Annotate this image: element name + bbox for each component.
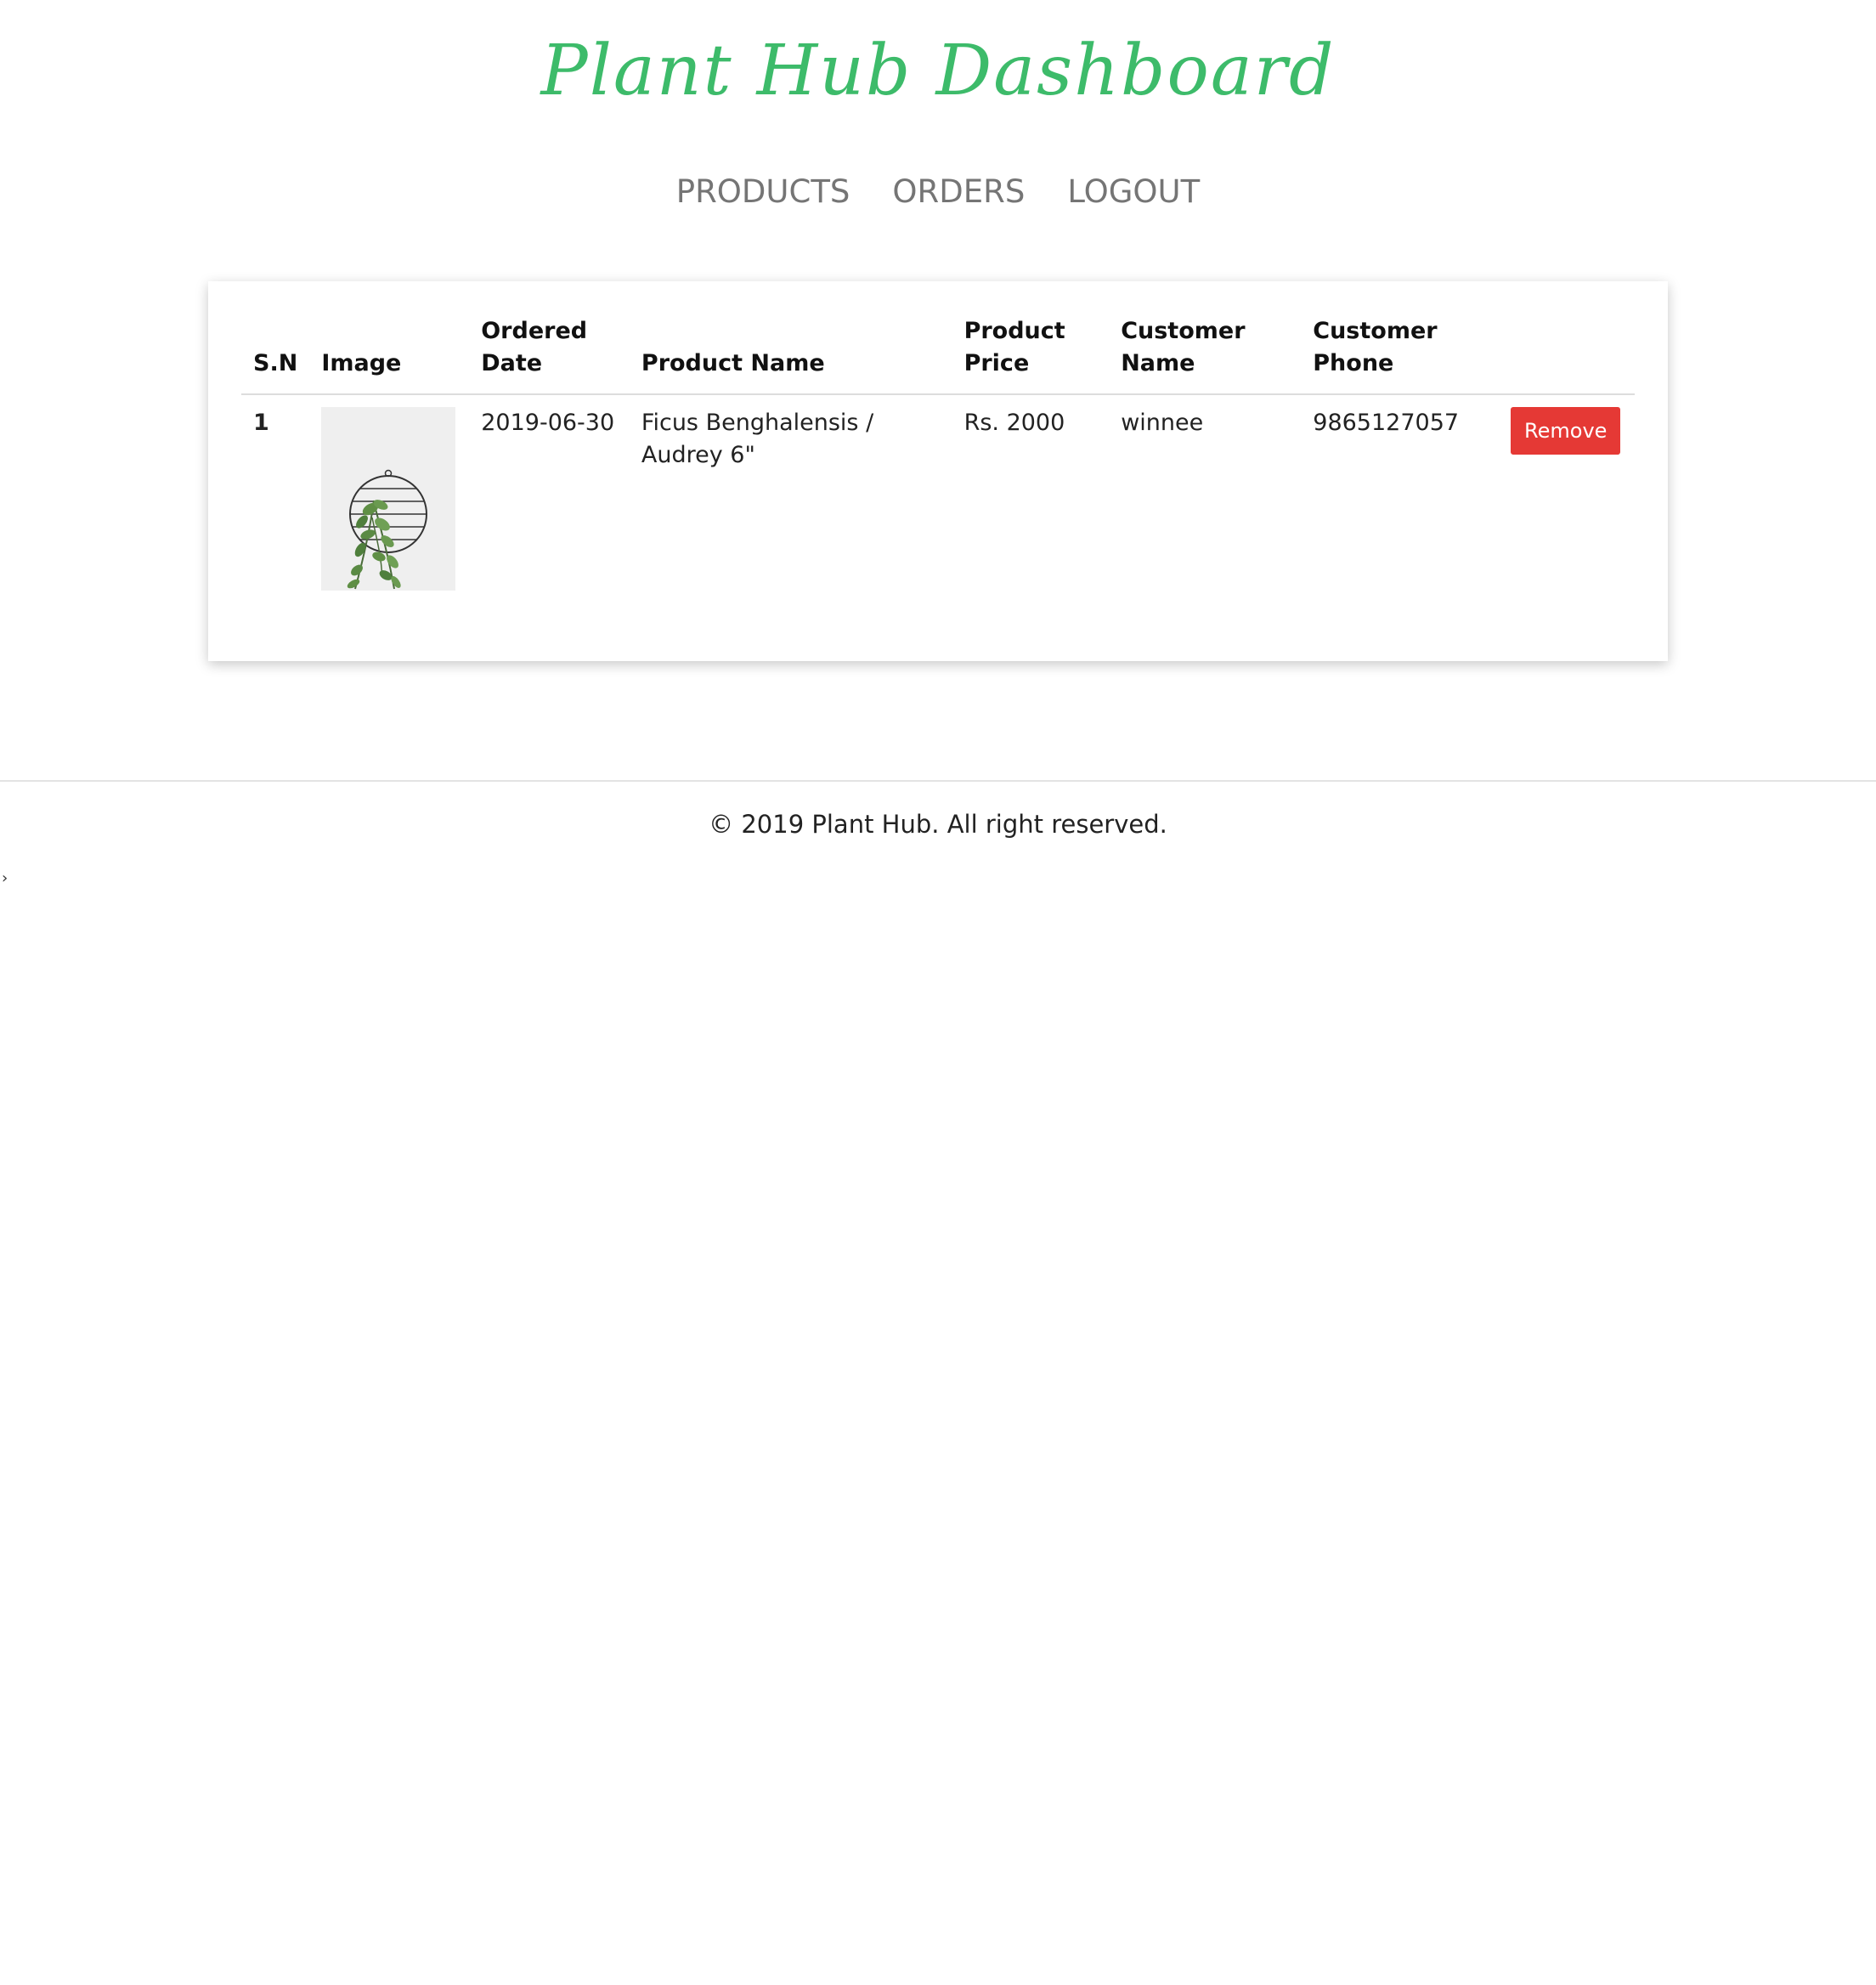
column-header-action (1499, 315, 1635, 395)
footer-divider (0, 780, 1876, 782)
column-header-customer-phone: Customer Phone (1301, 315, 1500, 395)
cell-ordered-date: 2019-06-30 (481, 410, 615, 436)
cell-sn: 1 (253, 410, 269, 436)
orders-card: S.N Image Ordered Date Product Name Prod… (208, 281, 1668, 661)
column-header-product-name: Product Name (629, 315, 952, 395)
column-header-sn: S.N (241, 315, 310, 395)
page-title: Plant Hub Dashboard (540, 31, 1336, 111)
hanging-plant-image (321, 407, 456, 591)
table-header-row: S.N Image Ordered Date Product Name Prod… (241, 315, 1635, 395)
cell-customer-name: winnee (1121, 410, 1204, 436)
column-header-product-price: Product Price (952, 315, 1110, 395)
nav-orders-link[interactable]: ORDERS (892, 167, 1025, 218)
orders-table: S.N Image Ordered Date Product Name Prod… (241, 315, 1635, 591)
column-header-ordered-date: Ordered Date (469, 315, 630, 395)
cell-product-name: Ficus Benghalensis / Audrey 6" (641, 410, 874, 468)
nav-logout-link[interactable]: LOGOUT (1067, 167, 1200, 218)
table-row: 1 2019-06-30 Ficus Benghalensis / Audrey… (241, 394, 1635, 591)
column-header-image: Image (309, 315, 470, 395)
cell-customer-phone: 9865127057 (1313, 410, 1460, 436)
column-header-customer-name: Customer Name (1109, 315, 1302, 395)
footer-copyright: © 2019 Plant Hub. All right reserved. (709, 810, 1167, 839)
cell-product-price: Rs. 2000 (963, 410, 1065, 436)
remove-button[interactable]: Remove (1511, 407, 1621, 455)
cell-image (309, 394, 469, 591)
nav-products-link[interactable]: PRODUCTS (676, 167, 850, 218)
cell-action: Remove (1499, 394, 1635, 591)
main-nav: PRODUCTS ORDERS LOGOUT (0, 167, 1876, 218)
chevron-right-icon: › (2, 869, 8, 887)
